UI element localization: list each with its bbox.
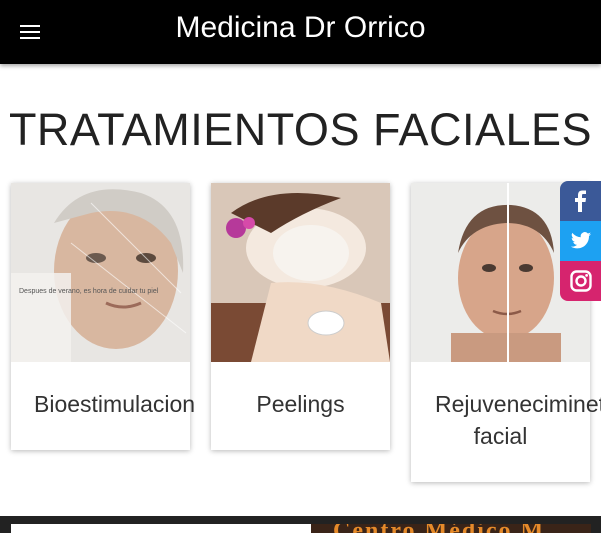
card-label-peelings: Peelings <box>256 391 345 417</box>
instagram-icon <box>570 270 592 292</box>
treatment-card-peelings[interactable]: Peelings <box>211 183 390 450</box>
facebook-share-button[interactable] <box>560 181 601 221</box>
banner-right-panel[interactable]: Centro Médico M <box>311 524 591 533</box>
banner-left-panel <box>11 524 311 533</box>
instagram-share-button[interactable] <box>560 261 601 301</box>
card-label-line2: facial <box>473 423 528 449</box>
twitter-icon <box>570 232 592 249</box>
peelings-image <box>211 183 390 362</box>
facebook-icon <box>575 190 586 212</box>
card-label-bioestimulacion: Bioestimulacion <box>34 391 196 417</box>
card-label-rejuvenecimiento: Rejuvenecimineto facial <box>411 362 601 452</box>
bioestimulacion-image-caption: Despues de verano, es hora de cuidar tu … <box>19 288 159 295</box>
site-title[interactable]: Medicina Dr Orrico <box>0 10 601 46</box>
page-heading: TRATAMIENTOS FACIALES <box>8 104 593 155</box>
twitter-share-button[interactable] <box>560 221 601 261</box>
bioestimulacion-image: Despues de verano, es hora de cuidar tu … <box>11 183 190 362</box>
card-label-line1: Rejuvenecimineto <box>435 391 601 417</box>
banner-text: Centro Médico M <box>333 524 545 533</box>
treatment-card-bioestimulacion[interactable]: Despues de verano, es hora de cuidar tu … <box>11 183 196 450</box>
top-app-bar: Medicina Dr Orrico <box>0 0 601 64</box>
